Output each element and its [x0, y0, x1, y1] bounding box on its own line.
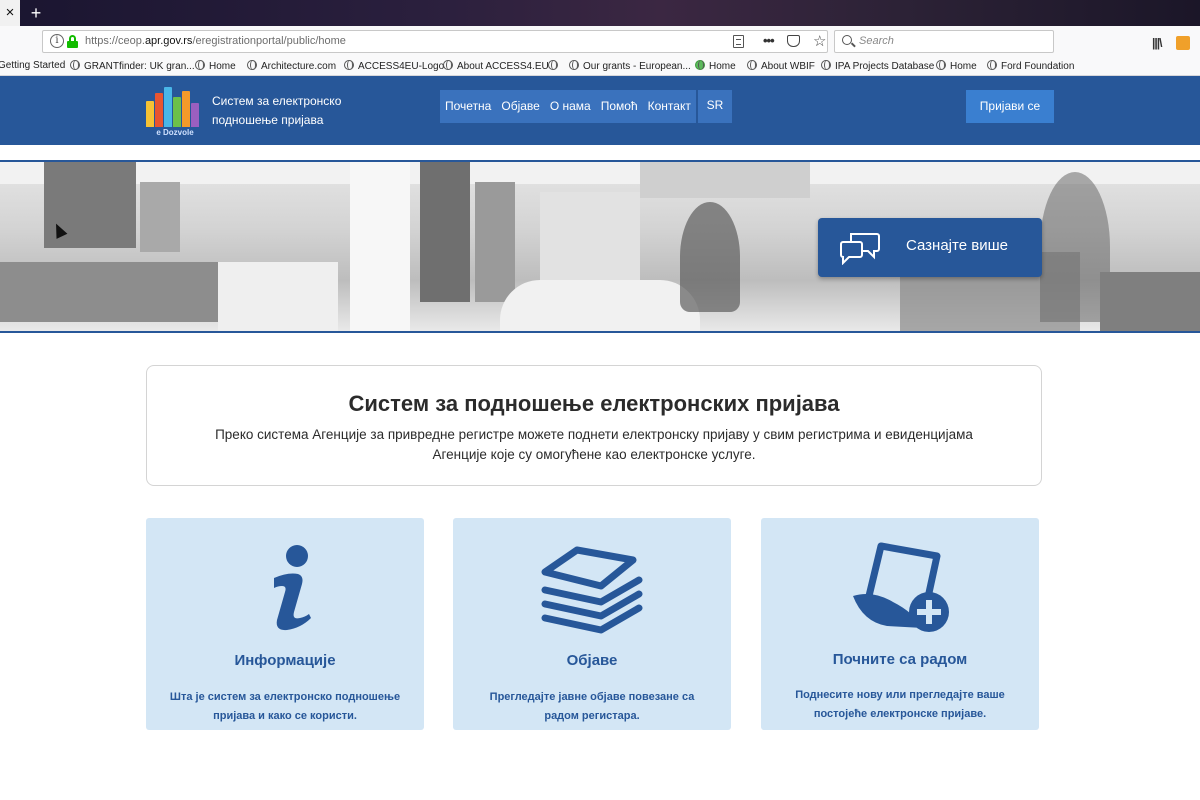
info-card-desc: Шта је систем за електронско подношење п…: [169, 691, 401, 722]
url-path: /eregistrationportal/public/home: [192, 35, 346, 47]
bookmark-item[interactable]: Home: [695, 60, 736, 72]
bookmark-item[interactable]: Home: [195, 60, 236, 72]
brand-line2: подношење пријава: [212, 113, 324, 127]
browser-tabstrip: × +: [0, 0, 1200, 26]
get-started-card-title: Почните са радом: [832, 651, 968, 668]
bookmark-item[interactable]: Architecture.com: [247, 60, 336, 72]
login-button[interactable]: Пријави се: [966, 90, 1054, 123]
bookmark-item[interactable]: Getting Started: [0, 60, 65, 71]
globe-icon: [569, 60, 579, 70]
info-card[interactable]: Информације Шта је систем за електронско…: [146, 518, 424, 730]
globe-icon: [443, 60, 453, 70]
edozvole-logo[interactable]: e Dozvole: [144, 85, 206, 137]
globe-icon: [70, 60, 80, 70]
search-icon: [842, 35, 852, 45]
bookmark-item[interactable]: Ford Foundation: [987, 60, 1074, 72]
announcements-card-desc: Прегледајте јавне објаве повезане са рад…: [489, 691, 695, 722]
main-nav: Почетна Објаве О нама Помоћ Контакт: [440, 90, 696, 123]
globe-icon: [821, 60, 831, 70]
learn-more-button[interactable]: Сазнајте више: [818, 218, 1042, 277]
library-icon[interactable]: |||\: [1152, 36, 1162, 50]
info-card-title: Информације: [234, 652, 336, 669]
learn-more-label: Сазнајте више: [906, 237, 1008, 254]
bookmark-item[interactable]: ACCESS4EU-Logo: [344, 60, 444, 72]
bookmark-star-icon[interactable]: ☆: [813, 32, 826, 50]
nav-help[interactable]: Помоћ: [596, 90, 643, 123]
browser-toolbar: i https://ceop.apr.gov.rs/eregistrationp…: [0, 26, 1200, 58]
url-host: apr.gov.rs: [144, 35, 193, 47]
site-brand: Систем за електронско подношење пријава: [212, 92, 372, 130]
pocket-icon[interactable]: [787, 35, 800, 47]
nav-contact[interactable]: Контакт: [643, 90, 696, 123]
site-header: e Dozvole Систем за електронско подношењ…: [0, 76, 1200, 145]
announcements-card-title: Објаве: [566, 652, 618, 669]
bookmark-item[interactable]: About ACCESS4.EU: [443, 60, 549, 72]
logo-text: e Dozvole: [156, 128, 194, 137]
intro-box: Систем за подношење електронских пријава…: [146, 365, 1042, 486]
url-prefix: https://ceop.: [85, 35, 145, 47]
get-started-card-desc: Поднесите нову или прегледајте ваше пост…: [795, 689, 1005, 720]
info-icon: [274, 545, 311, 631]
extension-icon[interactable]: [1176, 36, 1190, 50]
announcements-card[interactable]: Објаве Прегледајте јавне објаве повезане…: [453, 518, 731, 730]
bookmark-item[interactable]: GRANTfinder: UK gran...: [70, 60, 195, 72]
new-tab-button[interactable]: +: [26, 0, 46, 26]
globe-icon: [695, 60, 705, 70]
new-document-icon: [853, 542, 949, 632]
nav-home[interactable]: Почетна: [440, 90, 496, 123]
globe-icon: [747, 60, 757, 70]
globe-icon: [987, 60, 997, 70]
bookmark-item[interactable]: [548, 60, 562, 72]
chat-bubbles-icon: [840, 233, 880, 265]
bookmark-item[interactable]: IPA Projects Database: [821, 60, 934, 72]
globe-icon: [195, 60, 205, 70]
page-actions-icon[interactable]: •••: [763, 33, 775, 48]
tab-close-button[interactable]: ×: [0, 0, 20, 26]
bookmark-item[interactable]: Our grants - European...: [569, 60, 691, 72]
intro-text: Преко система Агенције за привредне реги…: [215, 427, 973, 462]
url-text[interactable]: https://ceop.apr.gov.rs/eregistrationpor…: [85, 35, 346, 47]
globe-icon: [247, 60, 257, 70]
get-started-card[interactable]: Почните са радом Поднесите нову или прег…: [761, 518, 1039, 730]
bookmark-item[interactable]: About WBIF: [747, 60, 815, 72]
globe-icon: [548, 60, 558, 70]
nav-about[interactable]: О нама: [545, 90, 596, 123]
language-selector[interactable]: SR: [698, 90, 732, 123]
address-bar[interactable]: i https://ceop.apr.gov.rs/eregistrationp…: [42, 30, 828, 53]
brand-line1: Систем за електронско: [212, 94, 342, 108]
stacked-papers-icon: [541, 546, 643, 634]
search-placeholder: Search: [859, 35, 894, 47]
globe-icon: [344, 60, 354, 70]
globe-icon: [936, 60, 946, 70]
bookmarks-bar: Getting Started GRANTfinder: UK gran... …: [0, 58, 1200, 76]
search-bar[interactable]: Search: [834, 30, 1054, 53]
bookmark-item[interactable]: Home: [936, 60, 977, 72]
info-icon[interactable]: i: [50, 34, 64, 48]
page-title: Систем за подношење електронских пријава: [348, 391, 840, 416]
reader-view-icon[interactable]: [733, 35, 744, 48]
nav-announcements[interactable]: Објаве: [496, 90, 544, 123]
lock-icon: [67, 35, 78, 48]
